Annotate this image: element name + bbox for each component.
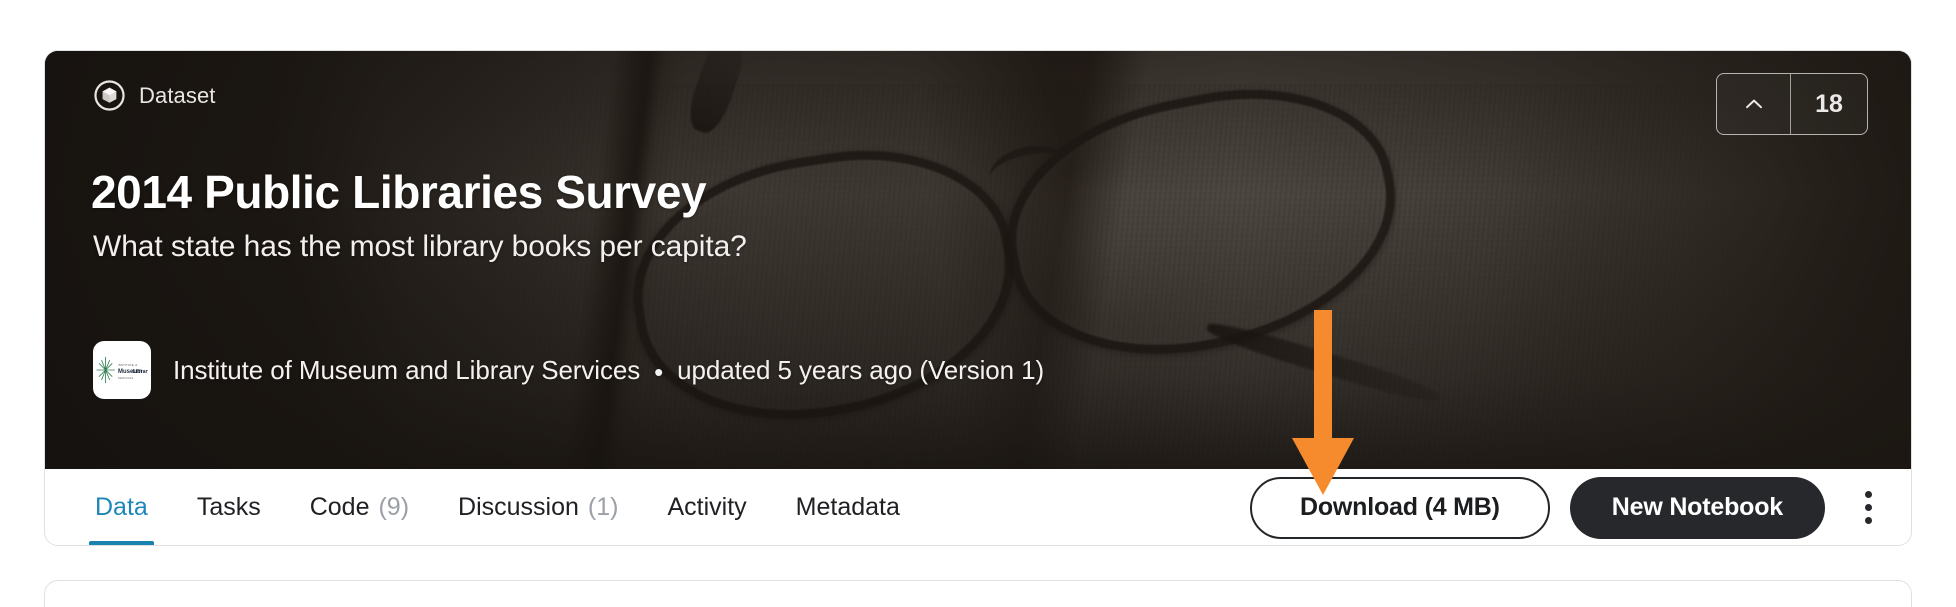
tab-code[interactable]: Code (9) — [304, 469, 415, 545]
dataset-byline: INSTITUTE of Museum Library SERVICES Ins… — [93, 341, 1044, 399]
tab-discussion-label: Discussion — [458, 493, 579, 521]
byline-text: Institute of Museum and Library Services… — [173, 355, 1044, 386]
tab-activity-label: Activity — [667, 493, 747, 521]
tab-tasks-label: Tasks — [196, 493, 261, 521]
kebab-menu-icon[interactable] — [1847, 482, 1889, 534]
dataset-card: Dataset 18 2014 Public Libraries Survey — [44, 50, 1912, 546]
tab-list: Data Tasks Code (9) Discussion (1) Activ… — [89, 469, 906, 545]
dataset-type-badge: Dataset — [93, 79, 216, 112]
kebab-dot-2 — [1864, 504, 1872, 511]
dataset-actions: Download (4 MB) New Notebook — [1250, 476, 1889, 539]
dataset-author[interactable]: Institute of Museum and Library Services — [173, 355, 640, 385]
tab-code-count: (9) — [378, 493, 410, 521]
new-notebook-button[interactable]: New Notebook — [1569, 476, 1825, 539]
next-section-card — [44, 580, 1912, 607]
tab-tasks[interactable]: Tasks — [191, 469, 267, 545]
tab-metadata[interactable]: Metadata — [790, 469, 906, 545]
avatar[interactable]: INSTITUTE of Museum Library SERVICES — [93, 341, 151, 399]
tab-discussion-count: (1) — [587, 493, 619, 521]
dataset-subtitle: What state has the most library books pe… — [93, 230, 747, 263]
dataset-updated: updated 5 years ago (Version 1) — [677, 354, 1045, 385]
tab-metadata-label: Metadata — [795, 493, 900, 521]
page-root: Dataset 18 2014 Public Libraries Survey — [0, 0, 1956, 607]
byline-separator: • — [654, 356, 664, 387]
upvote-count: 18 — [1815, 89, 1843, 118]
dataset-hero-banner: Dataset 18 2014 Public Libraries Survey — [45, 51, 1911, 469]
tab-code-label: Code — [309, 493, 370, 521]
upvote-control[interactable]: 18 — [1716, 73, 1868, 135]
dataset-cube-icon — [93, 79, 126, 112]
dataset-tabbar: Data Tasks Code (9) Discussion (1) Activ… — [45, 469, 1911, 545]
tab-activity[interactable]: Activity — [661, 469, 752, 545]
hero-content: Dataset 18 2014 Public Libraries Survey — [45, 51, 1911, 469]
svg-text:INSTITUTE of: INSTITUTE of — [118, 363, 138, 367]
svg-text:SERVICES: SERVICES — [118, 376, 133, 380]
download-button[interactable]: Download (4 MB) — [1250, 476, 1550, 539]
kebab-dot-1 — [1864, 491, 1872, 498]
kebab-dot-3 — [1864, 517, 1872, 524]
tab-data[interactable]: Data — [89, 469, 154, 545]
svg-text:Library: Library — [133, 369, 148, 375]
dataset-title: 2014 Public Libraries Survey — [91, 166, 707, 218]
chevron-up-icon — [1742, 92, 1766, 116]
tab-data-label: Data — [95, 493, 148, 521]
upvote-button[interactable] — [1717, 74, 1791, 134]
dataset-type-label: Dataset — [139, 82, 216, 108]
tab-discussion[interactable]: Discussion (1) — [452, 469, 624, 545]
